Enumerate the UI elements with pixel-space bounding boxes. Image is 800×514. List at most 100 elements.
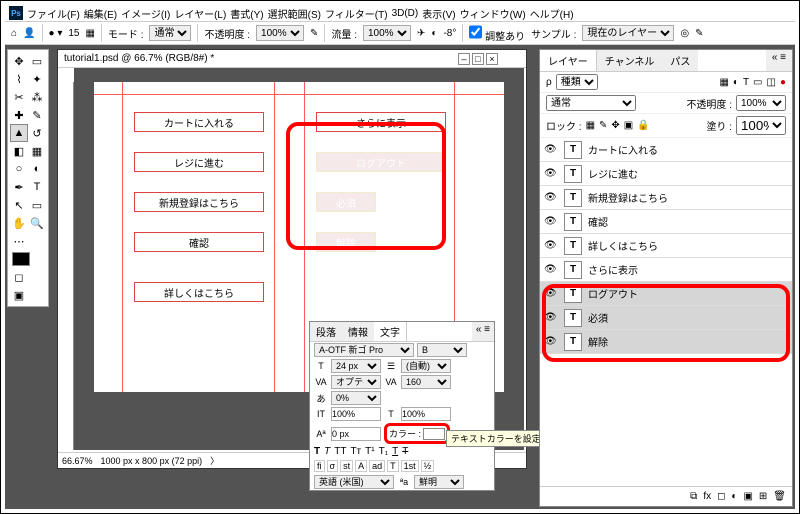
menu-layer[interactable]: レイヤー(L): [174, 6, 226, 21]
angle-value[interactable]: -8°: [443, 28, 456, 39]
aligned-checkbox[interactable]: 調整あり: [469, 24, 525, 43]
tab-layers[interactable]: レイヤー: [540, 50, 597, 71]
brush-tool[interactable]: ✎: [28, 106, 46, 124]
hand-tool[interactable]: ✋: [10, 214, 28, 232]
visibility-icon[interactable]: 👁: [544, 336, 558, 347]
menu-window[interactable]: ウィンドウ(W): [460, 6, 526, 21]
faux-italic[interactable]: T: [324, 446, 330, 457]
new-layer-icon[interactable]: ⊞: [759, 491, 767, 502]
heal-tool[interactable]: ✚: [10, 106, 28, 124]
superscript[interactable]: T¹: [365, 446, 374, 457]
lock-lock-icon[interactable]: 🔒: [637, 120, 649, 131]
eyedropper-tool[interactable]: ⁂: [28, 88, 46, 106]
move-tool[interactable]: ✥: [10, 52, 28, 70]
layer-row[interactable]: 👁Tレジに進む: [540, 162, 792, 186]
vscale-input[interactable]: [331, 407, 381, 421]
layer-row[interactable]: 👁Tさらに表示: [540, 258, 792, 282]
layer-mask-icon[interactable]: ◻: [717, 491, 725, 502]
layer-row[interactable]: 👁T解除: [540, 330, 792, 354]
ignore-adj-icon[interactable]: ◎: [680, 28, 689, 39]
menu-type[interactable]: 書式(Y): [230, 6, 263, 21]
angle-icon[interactable]: ◐: [431, 28, 437, 39]
ot-ligature[interactable]: fi: [314, 460, 325, 472]
layer-row[interactable]: 👁Tカートに入れる: [540, 138, 792, 162]
tab-info[interactable]: 情報: [342, 322, 374, 341]
lang-select[interactable]: 英語 (米国): [314, 475, 394, 489]
mode-select[interactable]: 通常: [149, 25, 191, 41]
quickmask-icon[interactable]: ◻: [10, 268, 28, 286]
layer-row[interactable]: 👁T確認: [540, 210, 792, 234]
history-brush-tool[interactable]: ↺: [28, 124, 46, 142]
visibility-icon[interactable]: 👁: [544, 168, 558, 179]
tracking-select[interactable]: 160: [401, 375, 451, 389]
ot-contextual[interactable]: σ: [327, 460, 339, 472]
pressure-opacity-icon[interactable]: ✎: [310, 28, 318, 39]
link-layers-icon[interactable]: ⧉: [690, 491, 697, 502]
pressure-size-icon[interactable]: ✎: [695, 28, 703, 39]
kerning-select[interactable]: オプティカル: [331, 375, 381, 389]
zoom-tool[interactable]: 🔍: [28, 214, 46, 232]
shape-tool[interactable]: ▭: [28, 196, 46, 214]
filter-shape-icon[interactable]: ▭: [753, 77, 762, 88]
layer-row[interactable]: 👁T必須: [540, 306, 792, 330]
stamp-tool-icon[interactable]: 👤: [23, 28, 35, 39]
visibility-icon[interactable]: 👁: [544, 240, 558, 251]
ot-ordinals[interactable]: 1st: [401, 460, 419, 472]
allcaps[interactable]: TT: [334, 446, 346, 457]
aa-select[interactable]: 鮮明: [414, 475, 464, 489]
document-tab[interactable]: tutorial1.psd @ 66.7% (RGB/8#) *: [58, 50, 526, 68]
marquee-tool[interactable]: ▭: [28, 52, 46, 70]
subscript[interactable]: T₁: [379, 446, 388, 457]
tab-paragraph[interactable]: 段落: [310, 322, 342, 341]
tab-character[interactable]: 文字: [374, 322, 407, 341]
screenmode-icon[interactable]: ▣: [10, 286, 28, 304]
text-color-swatch[interactable]: [423, 428, 445, 440]
home-icon[interactable]: ⌂: [11, 28, 17, 39]
menu-view[interactable]: 表示(V): [422, 6, 455, 21]
layer-row[interactable]: 👁Tログアウト: [540, 282, 792, 306]
doc-info[interactable]: 1000 px x 800 px (72 ppi): [101, 456, 203, 466]
font-family-select[interactable]: A-OTF 新ゴ Pro: [314, 343, 414, 357]
lock-pixel-icon[interactable]: ✎: [599, 120, 607, 131]
fg-color-swatch[interactable]: [12, 252, 30, 266]
blend-mode-select[interactable]: 通常: [546, 95, 636, 111]
menu-filter[interactable]: フィルター(T): [325, 6, 388, 21]
tsume-select[interactable]: 0%: [331, 391, 381, 405]
menu-help[interactable]: ヘルプ(H): [530, 6, 574, 21]
panel-menu-icon[interactable]: « ≡: [766, 50, 792, 71]
panel-collapse-icon[interactable]: « ≡: [472, 322, 494, 341]
filter-toggle[interactable]: ●: [780, 77, 786, 88]
edit-toolbar[interactable]: ⋯: [10, 232, 28, 250]
menu-3d[interactable]: 3D(D): [392, 8, 419, 19]
flow-select[interactable]: 100%: [363, 25, 411, 41]
visibility-icon[interactable]: 👁: [544, 264, 558, 275]
adjustment-icon[interactable]: ◐: [731, 491, 737, 502]
filter-adj-icon[interactable]: ◐: [733, 77, 739, 88]
ot-discretionary[interactable]: st: [340, 460, 353, 472]
clone-stamp-tool[interactable]: ▲: [10, 124, 28, 142]
blur-tool[interactable]: ○: [10, 160, 28, 178]
minimize-icon[interactable]: –: [458, 53, 470, 65]
opacity-select[interactable]: 100%: [256, 25, 304, 41]
eraser-tool[interactable]: ◧: [10, 142, 28, 160]
fill-select[interactable]: 100%: [736, 116, 786, 135]
tab-paths[interactable]: パス: [662, 50, 698, 71]
group-icon[interactable]: ▣: [743, 491, 752, 502]
lock-all-icon[interactable]: ▦: [586, 120, 595, 131]
leading-select[interactable]: (自動): [401, 359, 451, 373]
visibility-icon[interactable]: 👁: [544, 216, 558, 227]
layer-kind-select[interactable]: 種類: [556, 74, 598, 90]
brush-preview[interactable]: ● ▾: [49, 28, 63, 39]
path-tool[interactable]: ↖: [10, 196, 28, 214]
gradient-tool[interactable]: ▦: [28, 142, 46, 160]
menu-image[interactable]: イメージ(I): [121, 6, 170, 21]
pen-tool[interactable]: ✒: [10, 178, 28, 196]
wand-tool[interactable]: ✦: [28, 70, 46, 88]
menu-select[interactable]: 選択範囲(S): [268, 6, 321, 21]
airbrush-icon[interactable]: ✈: [417, 28, 425, 39]
ot-swash[interactable]: A: [355, 460, 367, 472]
hscale-input[interactable]: [401, 407, 451, 421]
visibility-icon[interactable]: 👁: [544, 144, 558, 155]
zoom-value[interactable]: 66.67%: [62, 456, 93, 466]
lasso-tool[interactable]: ⌇: [10, 70, 28, 88]
